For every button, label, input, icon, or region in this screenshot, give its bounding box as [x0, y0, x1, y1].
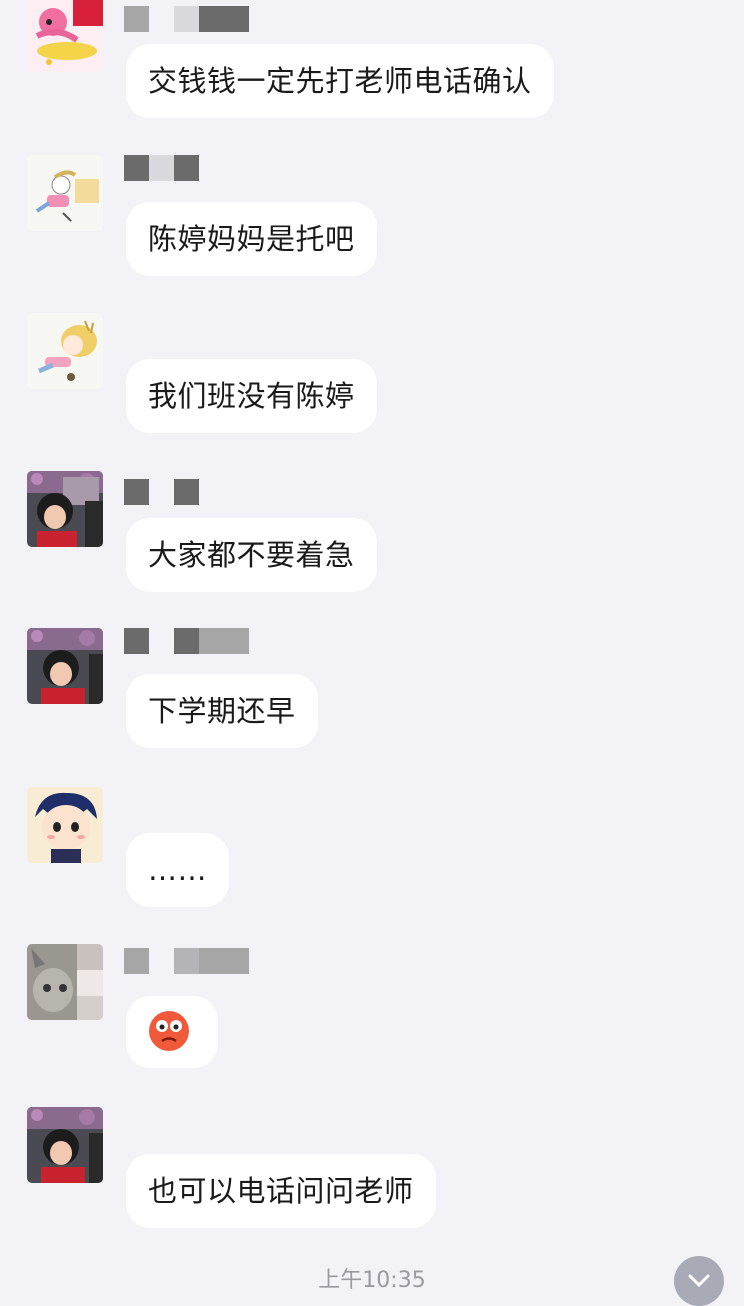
scroll-to-bottom-button[interactable] — [674, 1256, 724, 1306]
message-bubble[interactable]: 交钱钱一定先打老师电话确认 — [126, 44, 554, 118]
cat-photo-avatar[interactable] — [27, 944, 103, 1020]
message-bubble[interactable]: 我们班没有陈婷 — [126, 359, 377, 433]
chevron-down-icon — [688, 1274, 710, 1288]
message-bubble[interactable]: 下学期还早 — [126, 674, 318, 748]
cartoon-boy-avatar[interactable] — [27, 787, 103, 863]
cartoon-girl-sleeping-avatar[interactable] — [27, 155, 103, 231]
sender-name-pixelated — [124, 628, 249, 654]
shocked-face-emoji — [149, 1011, 189, 1051]
message-bubble[interactable]: 大家都不要着急 — [126, 518, 377, 592]
child-photo-avatar[interactable] — [27, 628, 103, 704]
sender-name-pixelated — [124, 948, 249, 974]
message-bubble[interactable]: …… — [126, 833, 229, 907]
message-bubble[interactable]: 也可以电话问问老师 — [126, 1154, 436, 1228]
child-photo-avatar[interactable] — [27, 1107, 103, 1183]
child-photo-avatar[interactable] — [27, 471, 103, 547]
sender-name-pixelated — [124, 155, 199, 181]
emoji-bubble[interactable] — [126, 996, 218, 1068]
sender-name-pixelated — [124, 479, 199, 505]
sender-name-pixelated — [124, 6, 249, 32]
message-timestamp: 上午10:35 — [318, 1268, 426, 1293]
cartoon-girl-pink-avatar[interactable] — [27, 0, 103, 72]
message-bubble[interactable]: 陈婷妈妈是托吧 — [126, 202, 377, 276]
cartoon-girl-blonde-avatar[interactable] — [27, 313, 103, 389]
